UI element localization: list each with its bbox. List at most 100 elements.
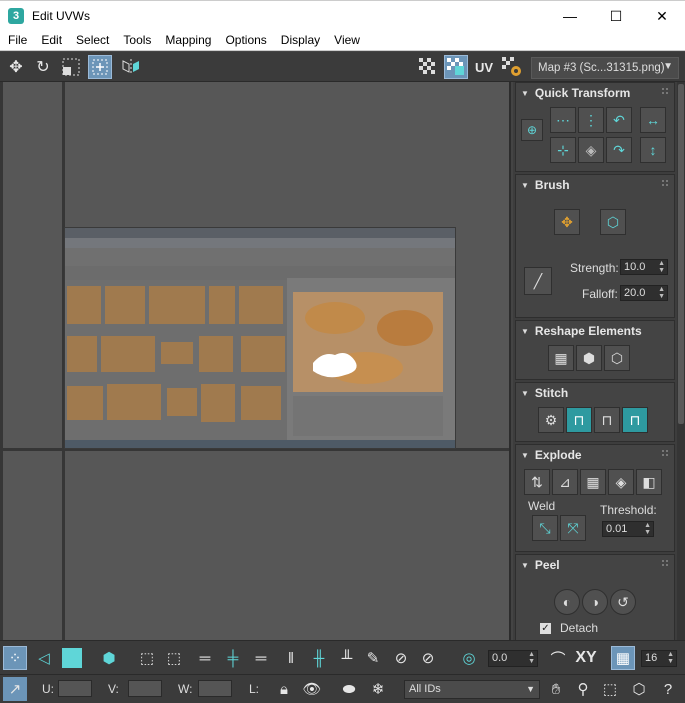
rotate-ccw-icon[interactable]: ↶ (606, 107, 632, 133)
straighten-selection-icon[interactable]: ▦ (548, 345, 574, 371)
w-coordinate-field[interactable] (198, 680, 232, 697)
material-id-dropdown[interactable]: All IDs ▼ (404, 680, 540, 699)
minimize-button[interactable]: — (547, 1, 593, 31)
texture-map-dropdown[interactable]: Map #3 (Sc...31315.png) ▼ (531, 57, 679, 79)
mirror-icon[interactable] (119, 55, 143, 79)
maximize-button[interactable]: ☐ (593, 1, 639, 31)
polygon-mode-icon[interactable] (60, 646, 84, 670)
freeze-icon[interactable]: ❄ (366, 677, 390, 701)
menu-mapping[interactable]: Mapping (158, 30, 218, 50)
rollout-header-reshape-elements[interactable]: ▼ Reshape Elements (516, 321, 674, 341)
shrink-selection-icon[interactable]: ⬚ (162, 646, 186, 670)
falloff-curve-icon[interactable]: ╱ (524, 267, 552, 295)
freeze-unselected-icon[interactable]: ⬬ (337, 677, 361, 701)
xy-axis-button[interactable]: XY (574, 646, 598, 670)
zoom-icon[interactable]: ⚲ (571, 677, 595, 701)
stitch-custom-icon[interactable]: ⚙ (538, 407, 564, 433)
move-icon[interactable]: ✥ (4, 55, 28, 79)
close-button[interactable]: ✕ (639, 1, 685, 31)
soft-selection-icon[interactable]: ◎ (457, 646, 481, 670)
rollout-header-explode[interactable]: ▼ Explode (516, 445, 674, 465)
reset-peel-icon[interactable]: ↺ (610, 589, 636, 615)
loop-shrink-icon[interactable]: ═ (249, 646, 273, 670)
rotate-icon[interactable]: ↻ (31, 55, 55, 79)
grow-selection-icon[interactable]: ⬚ (135, 646, 159, 670)
strength-spinner[interactable]: 10.0 ▲ ▼ (620, 259, 668, 275)
drag-grip-icon[interactable] (662, 180, 668, 186)
zoom-extents-icon[interactable]: ⬡ (627, 677, 651, 701)
stitch-average-icon[interactable]: ⊓ (594, 407, 620, 433)
edge-mode-icon[interactable]: ◁ (32, 646, 56, 670)
space-vertical-icon[interactable]: ↕ (640, 137, 666, 163)
u-coordinate-field[interactable] (58, 680, 92, 697)
rollout-header-stitch[interactable]: ▼ Stitch (516, 383, 674, 403)
ring-select-icon[interactable]: ‖ (279, 646, 303, 670)
weld-selected-icon[interactable]: ⤡ (532, 515, 558, 541)
paint-select-icon[interactable]: ✎ (361, 646, 385, 670)
paint-move-icon[interactable]: ✥ (554, 209, 580, 235)
detach-checkbox[interactable]: ✓ (540, 623, 551, 634)
scrollbar-thumb[interactable] (678, 84, 684, 424)
scale-icon[interactable] (59, 55, 83, 79)
flatten-by-material-icon[interactable]: ◧ (636, 469, 662, 495)
help-icon[interactable]: ? (656, 677, 680, 701)
break-icon[interactable]: ⇅ (524, 469, 550, 495)
drag-grip-icon[interactable] (662, 560, 668, 566)
falloff-spinner[interactable]: 20.0 ▲ ▼ (620, 285, 668, 301)
drag-grip-icon[interactable] (662, 88, 668, 94)
rollout-header-quick-transform[interactable]: ▼ Quick Transform (516, 83, 674, 103)
freeform-mode-icon[interactable] (88, 55, 112, 79)
threshold-spinner[interactable]: 0.01 ▲ ▼ (602, 521, 654, 537)
menu-edit[interactable]: Edit (34, 30, 69, 50)
panel-scrollbar[interactable] (677, 82, 685, 640)
grid-size-spinner[interactable]: 16 ▲ ▼ (641, 650, 677, 667)
falloff-type-icon[interactable]: ⌒ (546, 646, 570, 670)
rotate-cw-icon[interactable]: ↷ (606, 137, 632, 163)
menu-tools[interactable]: Tools (116, 30, 158, 50)
weld-all-icon[interactable]: ⤧ (560, 515, 586, 541)
ring-grow-icon[interactable]: ╫ (307, 646, 331, 670)
v-coordinate-field[interactable] (128, 680, 162, 697)
space-horizontal-icon[interactable]: ↔ (640, 107, 666, 133)
rollout-header-brush[interactable]: ▼ Brush (516, 175, 674, 195)
peel-mode-icon[interactable]: ◑ (582, 589, 608, 615)
stitch-to-target-icon[interactable]: ⊓ (622, 407, 648, 433)
checker-pattern-icon[interactable] (416, 55, 440, 79)
detach-edge-icon[interactable]: ⊿ (552, 469, 578, 495)
pan-icon[interactable]: ✋︎ (544, 677, 568, 701)
stitch-to-source-icon[interactable]: ⊓ (566, 407, 592, 433)
absolute-offset-icon[interactable]: ↗ (3, 677, 27, 701)
menu-file[interactable]: File (0, 30, 34, 50)
map-settings-icon[interactable] (500, 55, 524, 79)
align-horizontal-icon[interactable]: ⋯ (550, 107, 576, 133)
flatten-by-polygon-icon[interactable]: ▦ (580, 469, 606, 495)
loop-select-icon[interactable]: ═ (193, 646, 217, 670)
loop-grow-icon[interactable]: ╪ (221, 646, 245, 670)
rectangularize-icon[interactable]: ⬡ (604, 345, 630, 371)
zoom-region-icon[interactable]: ⬚ (598, 677, 622, 701)
uv-editor-viewport[interactable] (0, 82, 511, 640)
relax-element-icon[interactable]: ⬢ (576, 345, 602, 371)
align-vertical-icon[interactable]: ⋮ (578, 107, 604, 133)
hide-selected-icon[interactable]: 👁︎ (300, 677, 324, 701)
flatten-by-smoothing-icon[interactable]: ◈ (608, 469, 634, 495)
grid-snap-icon[interactable]: ▦ (611, 646, 635, 670)
paint-grow-icon[interactable]: ⊘ (389, 646, 413, 670)
offset-spinner[interactable]: 0.0 ▲ ▼ (488, 650, 538, 667)
ring-shrink-icon[interactable]: ╨ (335, 646, 359, 670)
menu-display[interactable]: Display (274, 30, 327, 50)
rollout-header-peel[interactable]: ▼ Peel (516, 555, 674, 575)
straighten-icon[interactable]: ◈ (578, 137, 604, 163)
set-pivot-icon[interactable]: ⊕ (521, 119, 543, 141)
vertex-mode-icon[interactable]: ⁘ (3, 646, 27, 670)
drag-grip-icon[interactable] (662, 450, 668, 456)
menu-view[interactable]: View (327, 30, 367, 50)
lock-icon[interactable]: 🔒︎ (272, 677, 296, 701)
uv-toggle-button[interactable]: UV (472, 55, 496, 79)
show-map-icon[interactable] (444, 55, 468, 79)
align-to-edge-icon[interactable]: ⊹ (550, 137, 576, 163)
quick-peel-icon[interactable]: ◐ (554, 589, 580, 615)
menu-select[interactable]: Select (69, 30, 116, 50)
relax-brush-icon[interactable]: ⬡ (600, 209, 626, 235)
menu-options[interactable]: Options (218, 30, 273, 50)
